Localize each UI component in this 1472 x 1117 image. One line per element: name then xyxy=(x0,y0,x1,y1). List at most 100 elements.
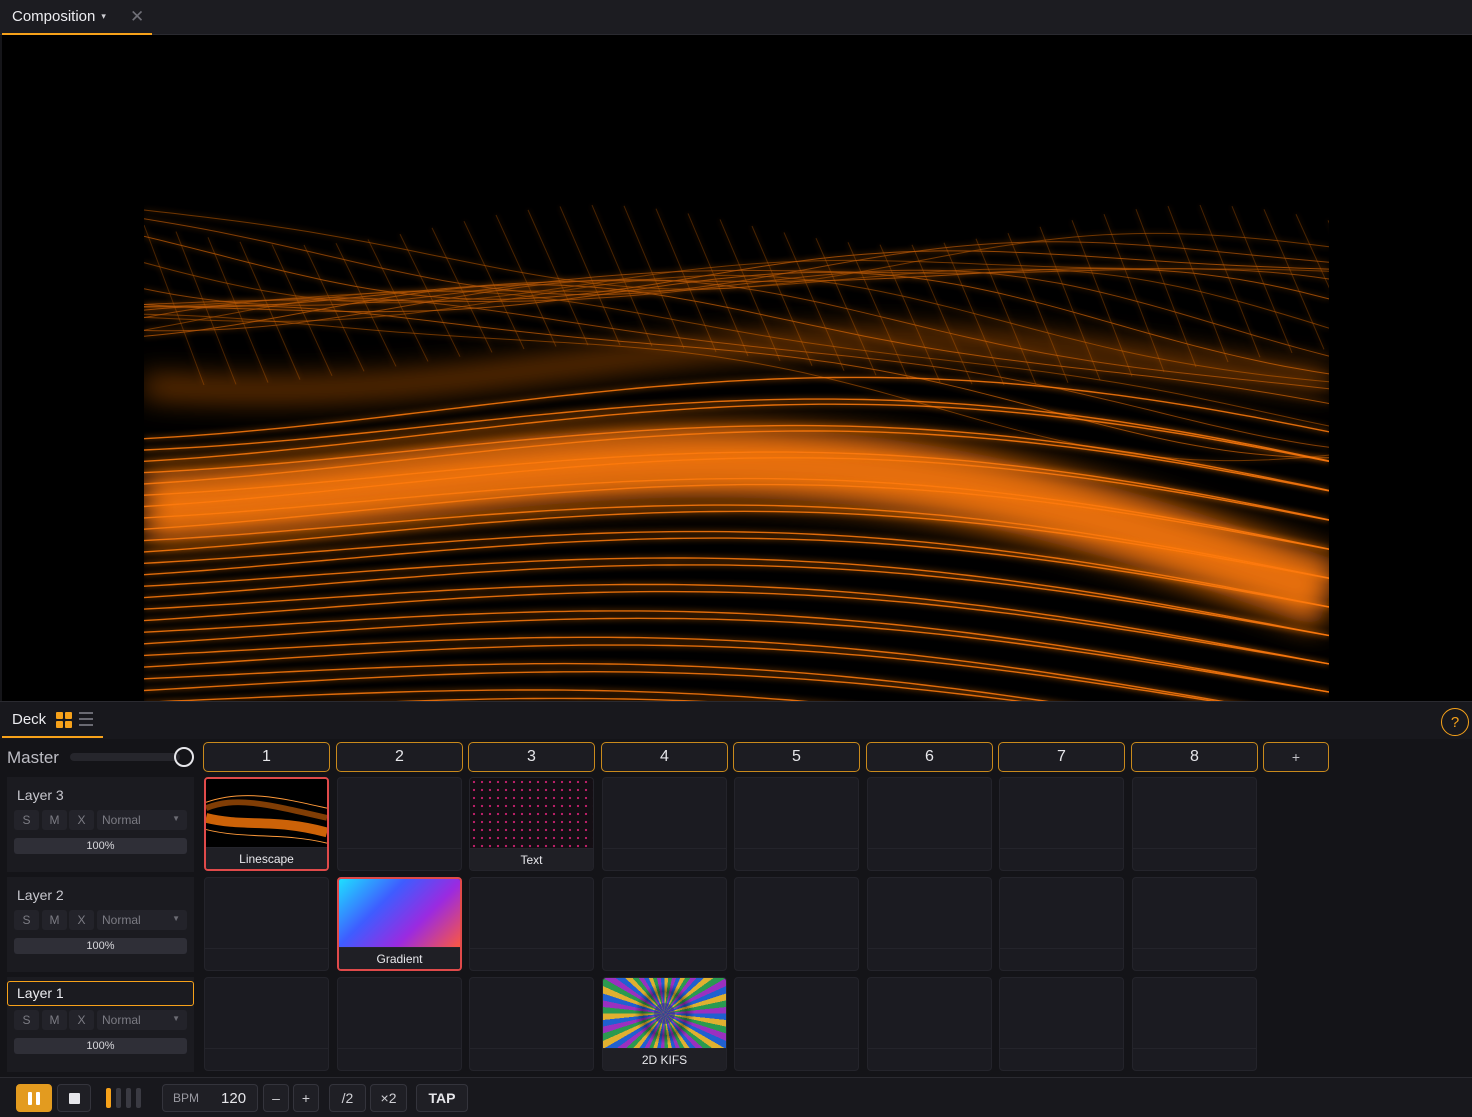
wave-glow-band xyxy=(144,331,1329,399)
clear-button[interactable]: X xyxy=(69,910,94,930)
bpm-increment-button[interactable]: + xyxy=(293,1084,319,1112)
bpm-half-button[interactable]: /2 xyxy=(329,1084,366,1112)
clip-slot-empty[interactable] xyxy=(602,877,727,971)
clip-slot-empty[interactable] xyxy=(999,977,1124,1071)
bpm-double-button[interactable]: ×2 xyxy=(370,1084,407,1112)
clip-slot-2d-kifs[interactable]: 2D KIFS xyxy=(602,977,727,1071)
column-5-button[interactable]: 5 xyxy=(733,742,860,772)
clip-label: Linescape xyxy=(206,847,327,869)
clip-slot-empty[interactable] xyxy=(734,777,859,871)
clip-slot-empty[interactable] xyxy=(1132,777,1257,871)
mute-button[interactable]: M xyxy=(42,810,67,830)
clip-slot-empty[interactable] xyxy=(734,877,859,971)
tap-tempo-button[interactable]: TAP xyxy=(416,1084,468,1112)
clip-slot-linescape[interactable]: Linescape xyxy=(204,777,329,871)
layer-name[interactable]: Layer 2 xyxy=(17,887,64,903)
composition-tabbar: Composition ▾ ✕ xyxy=(0,0,1472,35)
blend-mode-select[interactable]: Normal ▼ xyxy=(97,1010,187,1030)
bpm-label: BPM xyxy=(173,1091,200,1105)
beat-step xyxy=(126,1088,131,1108)
master-slider-knob[interactable] xyxy=(174,747,194,767)
composition-preview xyxy=(2,35,1472,701)
solo-button[interactable]: S xyxy=(14,810,39,830)
pause-button[interactable] xyxy=(16,1084,52,1112)
stop-button[interactable] xyxy=(57,1084,91,1112)
clip-slot-empty[interactable] xyxy=(734,977,859,1071)
clip-slot-empty[interactable] xyxy=(867,777,992,871)
wave-mesh-line xyxy=(1263,209,1325,350)
bpm-value[interactable]: 120 xyxy=(221,1090,246,1107)
layer-name[interactable]: Layer 1 xyxy=(7,981,194,1006)
chevron-down-icon[interactable]: ▾ xyxy=(101,11,106,22)
bpm-field[interactable]: BPM 120 xyxy=(162,1084,258,1112)
wave-mesh-line xyxy=(207,237,269,383)
column-1-button[interactable]: 1 xyxy=(203,742,330,772)
column-3-button[interactable]: 3 xyxy=(468,742,595,772)
wave-line xyxy=(144,583,1329,665)
layer-1-header[interactable]: Layer 1 S M X Normal ▼ 100% xyxy=(7,977,194,1072)
chevron-down-icon: ▼ xyxy=(172,1014,180,1023)
clip-slot-empty[interactable] xyxy=(469,877,594,971)
list-view-icon[interactable] xyxy=(79,712,93,728)
clip-slot-empty[interactable] xyxy=(867,877,992,971)
blend-mode-select[interactable]: Normal ▼ xyxy=(97,810,187,830)
kifs-thumbnail xyxy=(603,978,726,1049)
master-slider[interactable] xyxy=(70,753,180,761)
chevron-down-icon: ▼ xyxy=(172,914,180,923)
clip-slot-empty[interactable] xyxy=(337,777,462,871)
column-6-button[interactable]: 6 xyxy=(866,742,993,772)
grid-view-icon[interactable] xyxy=(56,712,72,728)
beat-step xyxy=(136,1088,141,1108)
deck-tab[interactable]: Deck xyxy=(2,702,103,738)
wave-mesh-line xyxy=(303,244,365,372)
clip-label: 2D KIFS xyxy=(603,1048,726,1070)
add-column-button[interactable]: + xyxy=(1263,742,1329,772)
clip-slot-gradient[interactable]: Gradient xyxy=(337,877,462,971)
clip-slot-empty[interactable] xyxy=(999,877,1124,971)
clip-slot-empty[interactable] xyxy=(469,977,594,1071)
mute-button[interactable]: M xyxy=(42,910,67,930)
clear-button[interactable]: X xyxy=(69,810,94,830)
clear-button[interactable]: X xyxy=(69,1010,94,1030)
solo-button[interactable]: S xyxy=(14,1010,39,1030)
clip-slot-empty[interactable] xyxy=(204,977,329,1071)
clip-slot-text[interactable]: Text xyxy=(469,777,594,871)
clip-slot-empty[interactable] xyxy=(1132,977,1257,1071)
column-7-button[interactable]: 7 xyxy=(998,742,1125,772)
clip-slot-empty[interactable] xyxy=(999,777,1124,871)
beat-indicator xyxy=(106,1088,141,1108)
clip-slot-empty[interactable] xyxy=(867,977,992,1071)
composition-tab[interactable]: Composition ▾ ✕ xyxy=(2,0,152,35)
transport-bar: BPM 120 – + /2 ×2 TAP xyxy=(0,1077,1472,1117)
wave-mesh-line xyxy=(975,238,1037,385)
clip-slot-empty[interactable] xyxy=(1132,877,1257,971)
stop-icon xyxy=(68,1092,80,1104)
mute-button[interactable]: M xyxy=(42,1010,67,1030)
clip-slot-empty[interactable] xyxy=(337,977,462,1071)
master-label: Master xyxy=(7,748,59,767)
close-icon[interactable]: ✕ xyxy=(130,7,144,27)
opacity-slider[interactable]: 100% xyxy=(14,938,187,954)
wave-mesh-line xyxy=(495,214,557,347)
clip-slot-empty[interactable] xyxy=(204,877,329,971)
deck-toolbar: Deck xyxy=(0,701,1472,739)
clip-label: Text xyxy=(470,848,593,870)
blend-mode-select[interactable]: Normal ▼ xyxy=(97,910,187,930)
clip-slot-empty[interactable] xyxy=(602,777,727,871)
wave-mesh-line xyxy=(879,244,941,383)
solo-button[interactable]: S xyxy=(14,910,39,930)
opacity-slider[interactable]: 100% xyxy=(14,1038,187,1054)
help-icon[interactable]: ? xyxy=(1441,708,1469,736)
blend-mode-value: Normal xyxy=(102,813,141,827)
layer-3-header[interactable]: Layer 3 S M X Normal ▼ 100% xyxy=(7,777,194,872)
column-4-button[interactable]: 4 xyxy=(601,742,728,772)
opacity-slider[interactable]: 100% xyxy=(14,838,187,854)
wave-line xyxy=(144,644,1216,701)
layer-name[interactable]: Layer 3 xyxy=(17,787,64,803)
column-8-button[interactable]: 8 xyxy=(1131,742,1258,772)
column-2-button[interactable]: 2 xyxy=(336,742,463,772)
layer-2-header[interactable]: Layer 2 S M X Normal ▼ 100% xyxy=(7,877,194,972)
deck-tab-label: Deck xyxy=(12,710,47,728)
bpm-decrement-button[interactable]: – xyxy=(263,1084,289,1112)
beat-step xyxy=(116,1088,121,1108)
